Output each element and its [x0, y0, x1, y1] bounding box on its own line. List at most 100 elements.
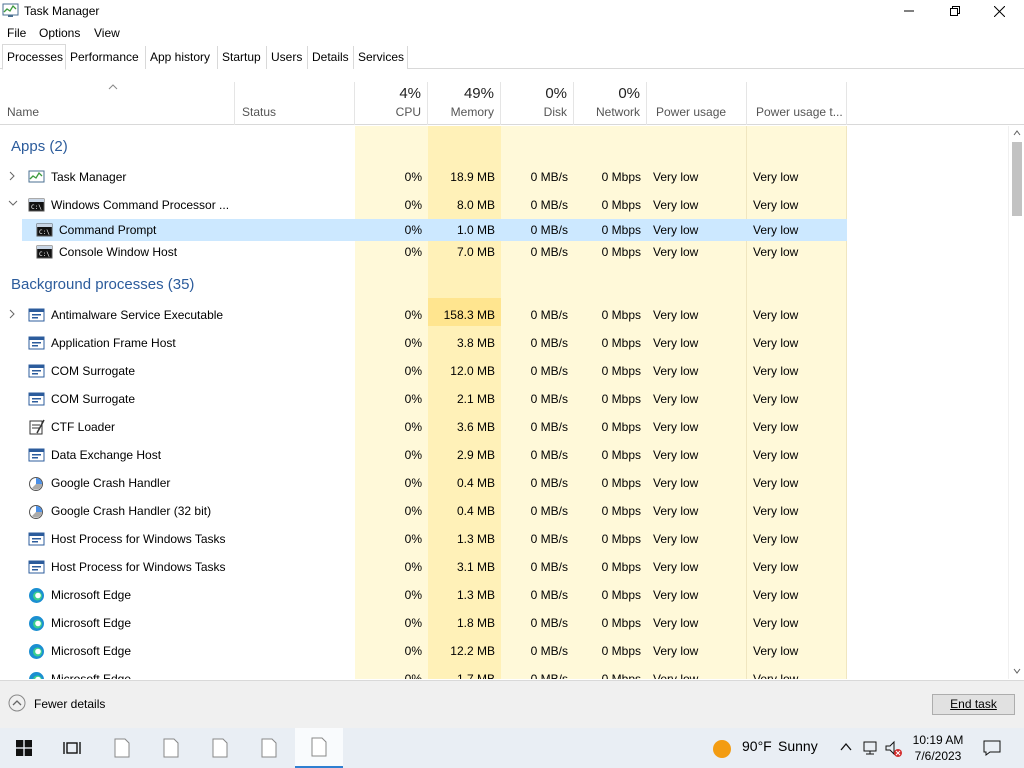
- power-usage-value: Very low: [653, 616, 699, 630]
- process-name: Application Frame Host: [51, 336, 176, 350]
- task-view-button[interactable]: [48, 728, 96, 768]
- tab-services[interactable]: Services: [354, 46, 408, 69]
- expand-chevron-icon[interactable]: [8, 171, 18, 183]
- column-status[interactable]: Status: [235, 82, 355, 125]
- cpu-value: 0%: [404, 392, 422, 406]
- process-row[interactable]: COM Surrogate 0% 2.1 MB 0 MB/s 0 Mbps Very lo…: [0, 388, 847, 410]
- blank-document-icon: [311, 737, 327, 757]
- network-icon[interactable]: [862, 740, 880, 756]
- process-row[interactable]: Host Process for Windows Tasks 0% 3.1 MB 0 …: [0, 556, 847, 578]
- group-apps[interactable]: Apps (2): [11, 138, 68, 155]
- process-row[interactable]: Microsoft Edge 0% 1.3 MB 0 MB/s 0 Mbps Very l…: [0, 584, 847, 606]
- tab-bar: Processes Performance App history Startu…: [0, 44, 1024, 70]
- process-row[interactable]: Data Exchange Host 0% 2.9 MB 0 MB/s 0 Mbps Ve…: [0, 444, 847, 466]
- vertical-scrollbar[interactable]: [1008, 126, 1024, 679]
- power-trend-value: Very low: [753, 223, 799, 237]
- disk-value: 0 MB/s: [530, 420, 568, 434]
- minimize-icon: [904, 10, 914, 12]
- process-row[interactable]: Microsoft Edge 0% 1.8 MB 0 MB/s 0 Mbps Very l…: [0, 612, 847, 634]
- network-value: 0 Mbps: [601, 336, 641, 350]
- weather-condition[interactable]: Sunny: [778, 738, 818, 754]
- process-row[interactable]: Google Crash Handler (32 bit) 0% 0.4 MB 0 M…: [0, 500, 847, 522]
- process-name: Google Crash Handler (32 bit): [51, 504, 212, 518]
- power-usage-value: Very low: [653, 364, 699, 378]
- process-row[interactable]: Antimalware Service Executable 0% 158.3 MB…: [0, 298, 847, 326]
- show-hidden-icons-chevron-up-icon[interactable]: [840, 742, 852, 752]
- task-view-icon: [63, 742, 81, 754]
- process-name: Microsoft Edge: [51, 644, 132, 658]
- scroll-thumb[interactable]: [1012, 142, 1022, 216]
- network-value: 0 Mbps: [601, 198, 641, 212]
- process-row[interactable]: Application Frame Host 0% 3.8 MB 0 MB/s 0 Mb…: [0, 332, 847, 354]
- column-name[interactable]: Name: [0, 82, 235, 125]
- network-value: 0 Mbps: [601, 308, 641, 322]
- disk-value: 0 MB/s: [530, 392, 568, 406]
- memory-value: 8.0 MB: [456, 198, 495, 212]
- tab-processes[interactable]: Processes: [2, 44, 66, 70]
- process-name: COM Surrogate: [51, 364, 136, 378]
- clock[interactable]: 10:19 AM 7/6/2023: [900, 732, 976, 764]
- taskbar-app-4[interactable]: [245, 728, 293, 768]
- cpu-value: 0%: [404, 504, 422, 518]
- column-disk[interactable]: 0% Disk: [501, 82, 574, 125]
- power-usage-value: Very low: [653, 308, 699, 322]
- tab-app-history[interactable]: App history: [146, 46, 218, 69]
- column-power-trend-label: Power usage t...: [756, 105, 843, 119]
- column-power-usage[interactable]: Power usage: [647, 82, 747, 125]
- collapse-chevron-icon[interactable]: [8, 199, 18, 211]
- process-row[interactable]: C:\ Windows Command Processor ... 0% 8.0 MB…: [0, 194, 847, 216]
- restore-icon: [950, 6, 960, 16]
- tab-performance[interactable]: Performance: [66, 46, 146, 69]
- process-row[interactable]: Microsoft Edge 0% 1.7 MB 0 MB/s 0 Mbps Very l…: [0, 668, 847, 679]
- end-task-button[interactable]: End task: [932, 694, 1015, 715]
- column-memory[interactable]: 49% Memory: [428, 82, 501, 125]
- menu-options[interactable]: Options: [39, 26, 80, 40]
- process-row[interactable]: Task Manager 0% 18.9 MB 0 MB/s 0 Mbps Very lo…: [0, 166, 847, 188]
- task-manager-icon: [2, 3, 19, 17]
- collapse-details-icon[interactable]: [6, 692, 28, 714]
- window-title: Task Manager: [24, 4, 100, 18]
- menu-file[interactable]: File: [7, 26, 26, 40]
- weather-temperature[interactable]: 90°F: [742, 738, 772, 754]
- taskbar-app-5-active[interactable]: [295, 728, 343, 768]
- network-value: 0 Mbps: [601, 364, 641, 378]
- menu-view[interactable]: View: [94, 26, 120, 40]
- close-button[interactable]: [976, 0, 1022, 22]
- scroll-up-icon[interactable]: [1013, 130, 1021, 136]
- edge-icon: [28, 615, 45, 631]
- process-row[interactable]: C:\ Console Window Host 0% 7.0 MB 0 MB/s 0 Mb…: [0, 241, 847, 263]
- fewer-details-link[interactable]: Fewer details: [34, 697, 105, 711]
- process-row[interactable]: Host Process for Windows Tasks 0% 1.3 MB 0 …: [0, 528, 847, 550]
- scroll-down-icon[interactable]: [1013, 668, 1021, 674]
- maximize-button[interactable]: [932, 0, 978, 22]
- disk-value: 0 MB/s: [530, 616, 568, 630]
- taskbar-app-3[interactable]: [196, 728, 244, 768]
- process-name: Antimalware Service Executable: [51, 308, 224, 322]
- column-network[interactable]: 0% Network: [574, 82, 647, 125]
- taskbar-app-1[interactable]: [98, 728, 146, 768]
- process-row[interactable]: C:\ Command Prompt 0% 1.0 MB 0 MB/s 0 Mbps Ver…: [22, 219, 847, 241]
- notification-center-icon[interactable]: [983, 739, 1001, 757]
- network-value: 0 Mbps: [601, 532, 641, 546]
- process-row[interactable]: Google Crash Handler 0% 0.4 MB 0 MB/s 0 Mbps…: [0, 472, 847, 494]
- sun-weather-icon[interactable]: [712, 739, 732, 759]
- taskbar-app-2[interactable]: [147, 728, 195, 768]
- group-background[interactable]: Background processes (35): [11, 276, 194, 293]
- power-usage-value: Very low: [653, 392, 699, 406]
- minimize-button[interactable]: [886, 0, 932, 22]
- expand-chevron-icon[interactable]: [8, 309, 18, 321]
- column-power-usage-trend[interactable]: Power usage t...: [747, 82, 847, 125]
- service-icon: [28, 559, 45, 575]
- column-cpu[interactable]: 4% CPU: [355, 82, 428, 125]
- tab-startup[interactable]: Startup: [218, 46, 267, 69]
- process-name: CTF Loader: [51, 420, 116, 434]
- start-button[interactable]: [0, 728, 48, 768]
- process-row[interactable]: COM Surrogate 0% 12.0 MB 0 MB/s 0 Mbps Very l…: [0, 360, 847, 382]
- tab-details[interactable]: Details: [308, 46, 354, 69]
- process-row[interactable]: CTF Loader 0% 3.6 MB 0 MB/s 0 Mbps Very low Ve…: [0, 416, 847, 438]
- cmd-icon: C:\: [28, 197, 45, 213]
- tab-users[interactable]: Users: [267, 46, 308, 69]
- process-name: Command Prompt: [59, 223, 157, 237]
- memory-value: 2.1 MB: [456, 392, 495, 406]
- process-row[interactable]: Microsoft Edge 0% 12.2 MB 0 MB/s 0 Mbps Very …: [0, 640, 847, 662]
